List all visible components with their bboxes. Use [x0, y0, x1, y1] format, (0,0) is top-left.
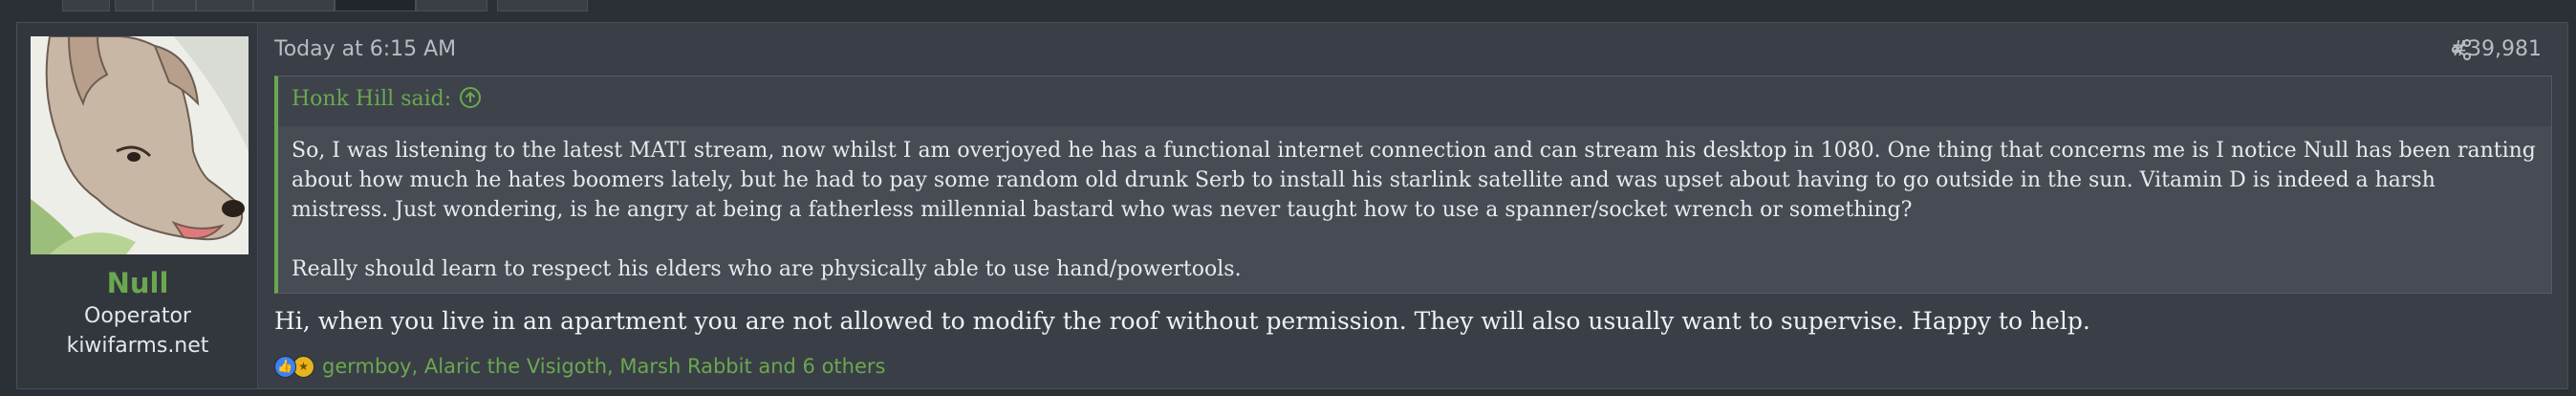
avatar[interactable]	[31, 36, 249, 254]
top-tab[interactable]	[62, 0, 110, 11]
top-navigation-strip	[0, 0, 2576, 13]
reaction-icons: 👍 ★	[274, 355, 314, 378]
top-tab[interactable]	[416, 0, 487, 11]
post-date[interactable]: Today at 6:15 AM	[274, 37, 456, 61]
like-icon: 👍	[274, 355, 296, 378]
forum-post: Null Ooperator kiwifarms.net Today at 6:…	[16, 22, 2568, 389]
user-title: Ooperator	[84, 304, 191, 328]
arrow-up-circle-icon[interactable]	[459, 86, 482, 109]
reactions-list[interactable]: germboy, Alaric the Visigoth, Marsh Rabb…	[322, 355, 885, 378]
quote-block: Honk Hill said: So, I was listening to t…	[274, 76, 2552, 294]
post-user-cell: Null Ooperator kiwifarms.net	[17, 23, 258, 388]
top-tab-active[interactable]	[335, 0, 416, 11]
top-tab[interactable]	[115, 0, 153, 11]
username[interactable]: Null	[17, 267, 258, 299]
post-message: Hi, when you live in an apartment you ar…	[274, 307, 2090, 335]
top-tab[interactable]	[253, 0, 335, 11]
top-tab[interactable]	[497, 0, 588, 11]
top-tab[interactable]	[196, 0, 253, 11]
quote-header: Honk Hill said:	[278, 77, 2551, 126]
post-number-link[interactable]: #39,981	[2451, 37, 2542, 61]
dog-avatar-icon	[31, 36, 249, 254]
quote-paragraph: So, I was listening to the latest MATI s…	[292, 139, 2536, 222]
quote-content: So, I was listening to the latest MATI s…	[292, 136, 2538, 284]
reactions-bar[interactable]: 👍 ★ germboy, Alaric the Visigoth, Marsh …	[274, 352, 885, 381]
quote-paragraph: Really should learn to respect his elder…	[292, 257, 1242, 281]
user-banner-text: kiwifarms.net	[66, 334, 209, 358]
top-tab[interactable]	[153, 0, 196, 11]
quote-author[interactable]: Honk Hill said:	[292, 87, 451, 111]
